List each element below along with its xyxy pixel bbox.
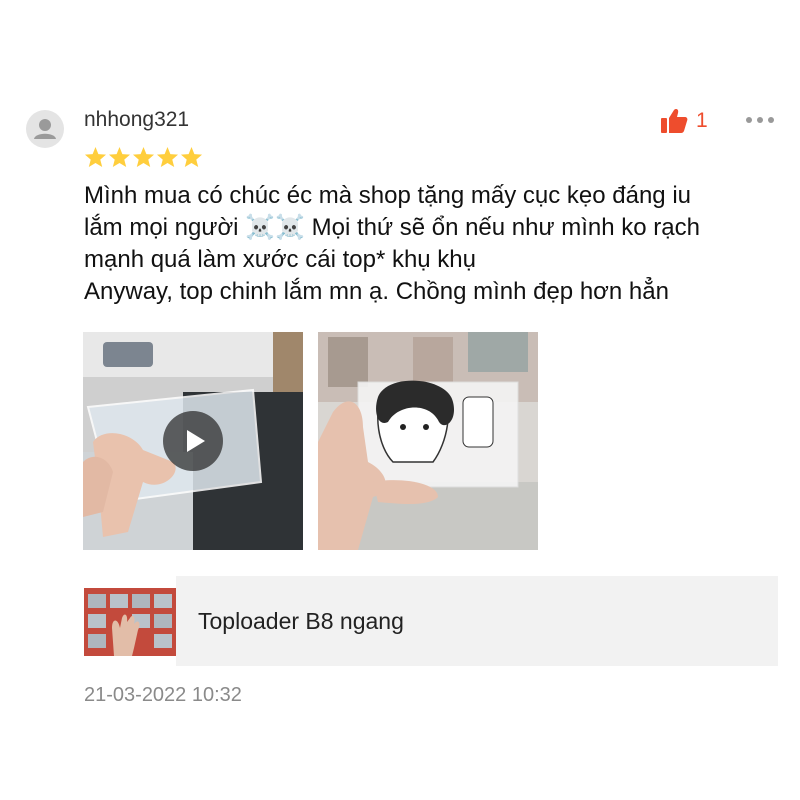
user-icon xyxy=(34,119,56,139)
review-text: Mình mua có chúc éc mà shop tặng mấy cục… xyxy=(84,180,784,308)
play-button[interactable] xyxy=(163,411,223,471)
product-name: Toploader B8 ngang xyxy=(198,608,404,634)
review-line: Anyway, top chinh lắm mn ạ. Chồng mình đ… xyxy=(84,278,669,305)
rating-stars xyxy=(84,146,203,168)
more-icon xyxy=(746,117,774,123)
like-count: 1 xyxy=(696,109,708,132)
product-thumbnail xyxy=(84,588,176,656)
star-icon xyxy=(84,146,107,168)
star-icon xyxy=(180,146,203,168)
review-photo xyxy=(318,332,538,550)
more-options-button[interactable] xyxy=(744,110,776,135)
review-timestamp: 21-03-2022 10:32 xyxy=(84,684,242,706)
review-video-thumbnail[interactable] xyxy=(83,332,303,550)
thumbs-up-icon xyxy=(661,109,688,133)
play-icon xyxy=(187,430,205,452)
review-line: Mình mua có chúc éc mà shop tặng mấy cục… xyxy=(84,182,691,209)
review-line: mạnh quá làm xước cái top* khụ khụ xyxy=(84,246,477,273)
avatar[interactable] xyxy=(26,110,64,148)
star-icon xyxy=(156,146,179,168)
product-link[interactable]: Toploader B8 ngang xyxy=(84,576,778,666)
product-image xyxy=(84,588,176,656)
username[interactable]: nhhong321 xyxy=(84,108,189,132)
star-icon xyxy=(132,146,155,168)
star-icon xyxy=(108,146,131,168)
review-line: lắm mọi người ☠️☠️ Mọi thứ sẽ ổn nếu như… xyxy=(84,214,700,241)
review-image-thumbnail[interactable] xyxy=(318,332,538,550)
like-button[interactable]: 1 xyxy=(660,108,708,134)
